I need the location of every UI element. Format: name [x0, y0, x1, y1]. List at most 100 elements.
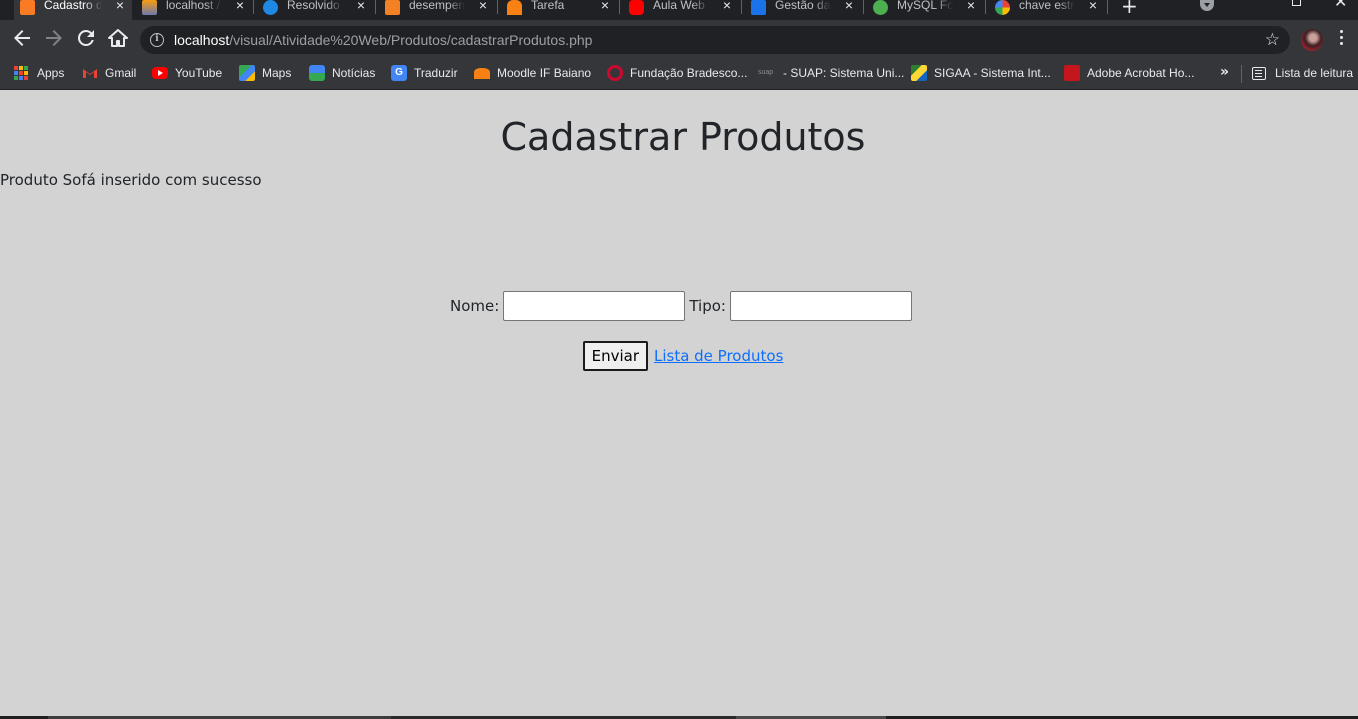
tab-separator	[863, 0, 864, 14]
bookmark-star-icon[interactable]: ☆	[1265, 29, 1280, 51]
gmail-icon	[82, 65, 98, 81]
home-button[interactable]	[106, 26, 130, 50]
tab-gestao[interactable]: Gestão da ×	[743, 0, 861, 20]
bookmark-noticias[interactable]: Notícias	[309, 64, 375, 82]
success-message: Produto Sofá inserido com sucesso	[0, 171, 262, 189]
bookmark-acrobat[interactable]: Adobe Acrobat Ho...	[1064, 64, 1194, 82]
translate-icon: G	[391, 65, 407, 81]
close-window-icon[interactable]: ✕	[1334, 0, 1347, 10]
xampp-icon	[20, 0, 35, 15]
bookmark-youtube[interactable]: YouTube	[152, 64, 222, 82]
forward-arrow-icon	[46, 30, 62, 46]
browser-menu-icon[interactable]	[1340, 30, 1344, 48]
bookmark-label: Apps	[37, 66, 65, 80]
tab-resolvido[interactable]: Resolvido - ×	[255, 0, 373, 20]
bookmarks-divider	[1241, 65, 1242, 83]
back-button[interactable]	[10, 26, 34, 50]
profile-avatar[interactable]	[1301, 29, 1323, 51]
reload-icon	[77, 29, 94, 46]
bookmark-label: Adobe Acrobat Ho...	[1087, 66, 1195, 80]
moodle-icon	[474, 67, 490, 79]
tab-title: Resolvido -	[287, 0, 343, 12]
close-icon[interactable]: ×	[601, 0, 609, 13]
bookmark-suap[interactable]: suap - SUAP: Sistema Uni...	[758, 64, 904, 82]
bookmark-label: Fundação Bradesco...	[630, 66, 748, 80]
bookmark-traduzir[interactable]: G Traduzir	[391, 64, 458, 82]
phpmyadmin-icon	[142, 0, 157, 15]
tab-title: Cadastro de Produtos	[44, 0, 102, 12]
bookmark-maps[interactable]: Maps	[239, 64, 291, 82]
reload-button[interactable]	[74, 26, 98, 50]
tab-separator	[1107, 0, 1108, 14]
reading-list-button[interactable]: Lista de leitura	[1252, 64, 1353, 82]
address-bar[interactable]: i localhost/visual/Atividade%20Web/Produ…	[140, 26, 1290, 54]
tab-mysql-forum[interactable]: MySQL Fo ×	[865, 0, 983, 20]
bookmark-label: Gmail	[105, 66, 137, 80]
tab-separator	[497, 0, 498, 14]
form-actions: Enviar Lista de Produtos	[0, 341, 1358, 371]
reading-list-label: Lista de leitura	[1275, 66, 1354, 80]
bookmark-label: - SUAP: Sistema Uni...	[783, 66, 905, 80]
bookmark-sigaa[interactable]: SIGAA - Sistema Int...	[911, 64, 1051, 82]
suap-icon: suap	[758, 69, 774, 76]
bookmark-label: Moodle IF Baiano	[497, 66, 592, 80]
close-icon[interactable]: ×	[357, 0, 365, 13]
site-info-icon[interactable]: i	[150, 33, 164, 47]
forward-button[interactable]	[42, 26, 66, 50]
moodle-icon	[507, 0, 522, 15]
apps-grid-icon	[14, 66, 28, 80]
tab-separator	[741, 0, 742, 14]
youtube-icon	[152, 67, 168, 79]
acrobat-icon	[1064, 65, 1080, 81]
bookmark-bradesco[interactable]: Fundação Bradesco...	[607, 64, 747, 82]
nome-input[interactable]	[503, 291, 686, 321]
close-icon[interactable]: ×	[236, 0, 244, 13]
close-icon[interactable]: ×	[479, 0, 487, 13]
tab-separator	[985, 0, 986, 14]
stackoverflow-icon	[385, 0, 400, 15]
bookmark-label: Maps	[262, 66, 292, 80]
google-icon	[995, 0, 1010, 15]
bookmark-label: Traduzir	[414, 66, 458, 80]
bookmarks-overflow-button[interactable]: »	[1220, 64, 1229, 80]
tab-title: Gestão da	[775, 0, 831, 12]
tab-title: MySQL Fo	[897, 0, 953, 12]
back-arrow-icon	[14, 30, 30, 46]
close-icon[interactable]: ×	[967, 0, 975, 13]
url-host: localhost	[174, 32, 230, 48]
tab-separator	[619, 0, 620, 14]
tab-search-icon[interactable]	[1200, 0, 1214, 11]
restore-window-icon[interactable]	[1292, 0, 1301, 6]
bookmark-apps[interactable]: Apps	[14, 64, 64, 82]
page-title: Cadastrar Produtos	[500, 115, 866, 159]
enviar-button[interactable]: Enviar	[582, 341, 648, 371]
browser-toolbar: i localhost/visual/Atividade%20Web/Produ…	[0, 20, 1358, 56]
bookmark-label: SIGAA - Sistema Int...	[934, 66, 1051, 80]
bradesco-icon	[607, 65, 623, 81]
new-tab-button[interactable]: +	[1121, 0, 1138, 16]
close-icon[interactable]: ×	[116, 0, 124, 13]
tab-separator	[375, 0, 376, 14]
nome-label: Nome:	[450, 297, 500, 315]
tab-tarefa[interactable]: Tarefa ×	[499, 0, 617, 20]
tab-title: chave estr	[1019, 0, 1075, 12]
reading-list-icon	[1252, 66, 1266, 80]
lista-produtos-link[interactable]: Lista de Produtos	[654, 347, 783, 365]
tab-desempenho[interactable]: desempenho ×	[377, 0, 495, 20]
close-icon[interactable]: ×	[845, 0, 853, 13]
tab-aula-web[interactable]: Aula Web II ×	[621, 0, 739, 20]
bookmark-gmail[interactable]: Gmail	[82, 64, 136, 82]
tab-localhost[interactable]: localhost / 127.0.0.1 ×	[134, 0, 252, 20]
tab-cadastro[interactable]: Cadastro de Produtos ×	[14, 0, 132, 20]
tipo-label: Tipo:	[689, 297, 726, 315]
maps-icon	[239, 65, 255, 81]
close-icon[interactable]: ×	[1089, 0, 1097, 13]
bookmark-moodle[interactable]: Moodle IF Baiano	[474, 64, 591, 82]
tab-title: localhost / 127.0.0.1	[166, 0, 222, 12]
tab-chave-estrangeira[interactable]: chave estr ×	[987, 0, 1105, 20]
tipo-input[interactable]	[729, 291, 912, 321]
close-icon[interactable]: ×	[723, 0, 731, 13]
youtube-icon	[629, 0, 644, 15]
address-url[interactable]: localhost/visual/Atividade%20Web/Produto…	[174, 26, 592, 54]
tab-title: Tarefa	[531, 0, 565, 12]
